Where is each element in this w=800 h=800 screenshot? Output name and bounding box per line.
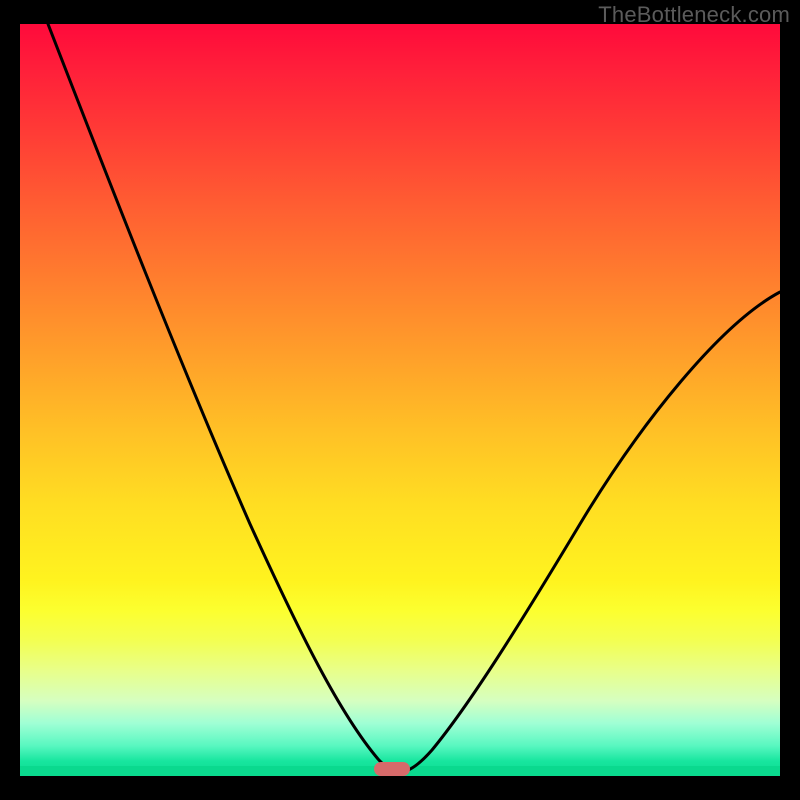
chart-frame: TheBottleneck.com bbox=[0, 0, 800, 800]
bottleneck-curve-path bbox=[48, 24, 780, 772]
curve-svg bbox=[20, 24, 780, 776]
minimum-marker bbox=[374, 762, 410, 776]
plot-area bbox=[20, 24, 780, 776]
watermark-text: TheBottleneck.com bbox=[598, 2, 790, 28]
